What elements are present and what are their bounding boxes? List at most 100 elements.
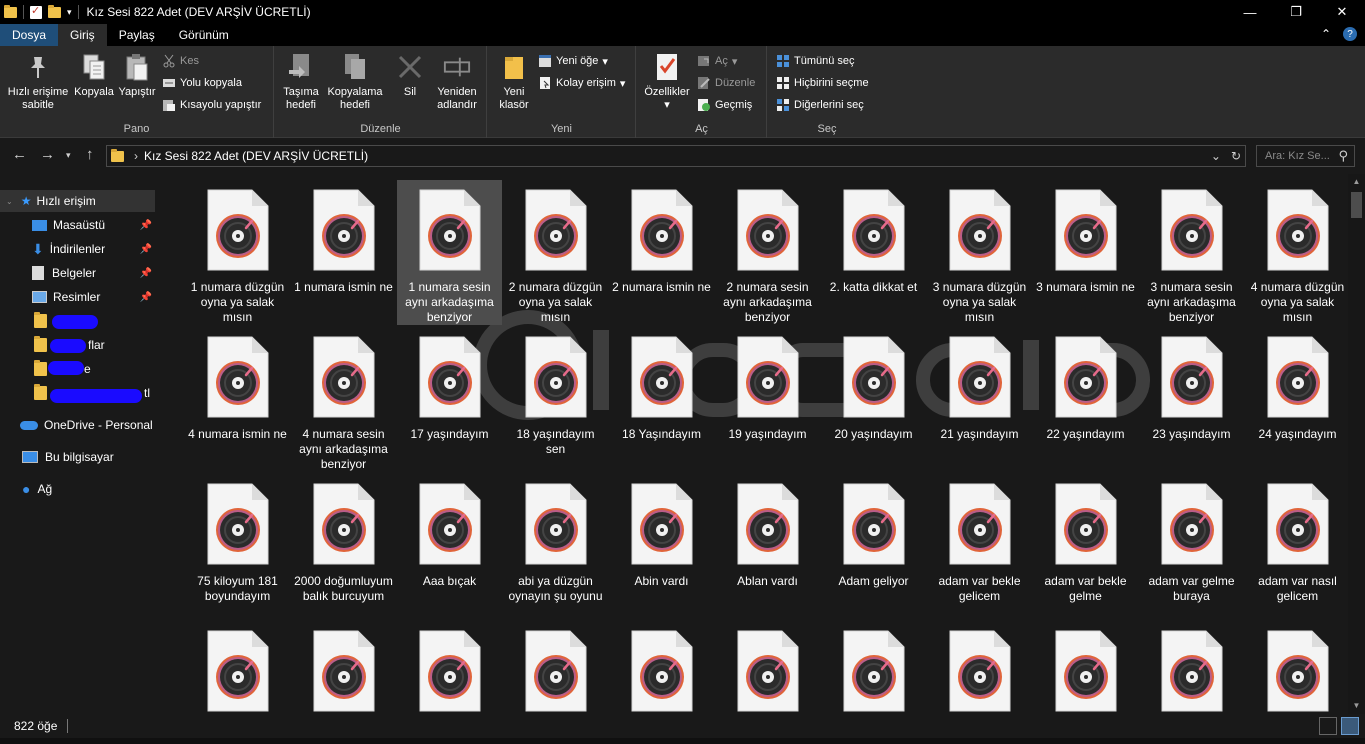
large-icons-view-icon[interactable] — [1341, 717, 1359, 735]
file-item[interactable]: Aaa bıçak — [397, 474, 502, 616]
file-item[interactable] — [927, 621, 1032, 714]
refresh-icon[interactable]: ↻ — [1231, 149, 1241, 163]
new-item-button[interactable]: Yeni öğe ▾ — [538, 52, 608, 70]
tab-share[interactable]: Paylaş — [107, 24, 167, 46]
sidebar-item-this-pc[interactable]: Bu bilgisayar — [0, 446, 158, 468]
file-item[interactable]: 3 numara sesin aynı arkadaşıma benziyor — [1139, 180, 1244, 325]
file-item[interactable] — [503, 621, 608, 714]
file-item[interactable]: adam var nasıl gelicem — [1245, 474, 1348, 616]
back-arrow-icon[interactable]: ← — [12, 146, 27, 163]
invert-selection-button[interactable]: Diğerlerini seç — [776, 96, 864, 114]
file-item[interactable]: 2 numara ismin ne — [609, 180, 714, 325]
file-item[interactable]: 24 yaşındayım — [1245, 327, 1348, 472]
pin-icon[interactable]: 📌 — [140, 268, 152, 279]
chevron-down-icon[interactable]: ⌄ — [6, 197, 13, 206]
file-item[interactable]: 1 numara ismin ne — [291, 180, 396, 325]
file-item[interactable] — [185, 621, 290, 714]
copy-path-button[interactable]: Yolu kopyala — [162, 74, 242, 92]
sidebar-item-documents[interactable]: Belgeler 📌 — [0, 262, 158, 284]
recent-locations-icon[interactable]: ▾ — [66, 150, 71, 161]
scrollbar-thumb[interactable] — [1351, 192, 1362, 218]
file-item[interactable]: 4 numara ismin ne — [185, 327, 290, 472]
sidebar-item-pictures[interactable]: Resimler 📌 — [0, 286, 158, 308]
sidebar-item-quick-access[interactable]: ⌄ ★ Hızlı erişim — [0, 190, 155, 212]
file-item[interactable]: 20 yaşındayım — [821, 327, 926, 472]
file-item[interactable] — [821, 621, 926, 714]
maximize-icon[interactable]: ❐ — [1273, 0, 1319, 24]
sidebar-item-desktop[interactable]: Masaüstü 📌 — [0, 214, 158, 236]
close-icon[interactable]: ✕ — [1319, 0, 1365, 24]
paste-button[interactable]: Yapıştır — [116, 52, 158, 99]
customize-toolbar-icon[interactable]: ▾ — [67, 7, 72, 18]
sidebar-item-folder[interactable]: flar — [0, 334, 158, 356]
pin-icon[interactable]: 📌 — [140, 292, 152, 303]
sidebar-item-onedrive[interactable]: OneDrive - Personal — [0, 414, 158, 436]
file-item[interactable]: 4 numara düzgün oyna ya salak mısın — [1245, 180, 1348, 325]
file-item[interactable]: 22 yaşındayım — [1033, 327, 1138, 472]
file-item[interactable] — [291, 621, 396, 714]
file-item[interactable] — [1245, 621, 1348, 714]
file-item[interactable]: adam var bekle gelicem — [927, 474, 1032, 616]
file-item[interactable]: 19 yaşındayım — [715, 327, 820, 472]
file-item[interactable]: 1 numara sesin aynı arkadaşıma benziyor — [397, 180, 502, 325]
minimize-icon[interactable]: — — [1227, 0, 1273, 24]
file-item[interactable] — [1139, 621, 1244, 714]
file-item[interactable]: 4 numara sesin aynı arkadaşıma benziyor — [291, 327, 396, 472]
pin-icon[interactable]: 📌 — [140, 244, 152, 255]
properties-icon[interactable] — [30, 4, 42, 19]
tab-view[interactable]: Görünüm — [167, 24, 241, 46]
breadcrumb[interactable]: Kız Sesi 822 Adet (DEV ARŞİV ÜCRETLİ) — [144, 149, 368, 163]
easy-access-button[interactable]: Kolay erişim ▾ — [538, 74, 625, 92]
file-item[interactable]: 17 yaşındayım — [397, 327, 502, 472]
search-input[interactable]: Ara: Kız Se... ⚲ — [1256, 145, 1355, 167]
sidebar-item-downloads[interactable]: ⬇ İndirilenler 📌 — [0, 238, 158, 260]
sidebar-item-folder[interactable]: tl — [0, 382, 158, 404]
file-item[interactable] — [1033, 621, 1138, 714]
delete-button[interactable]: Sil — [395, 52, 425, 99]
open-button[interactable]: Aç ▾ — [697, 52, 737, 70]
new-folder-button[interactable]: Yeni klasör — [494, 52, 534, 112]
file-item[interactable]: 1 numara düzgün oyna ya salak mısın — [185, 180, 290, 325]
rename-button[interactable]: Yeniden adlandır — [431, 52, 483, 112]
file-item[interactable] — [397, 621, 502, 714]
select-all-button[interactable]: Tümünü seç — [776, 52, 855, 70]
file-item[interactable]: Adam geliyor — [821, 474, 926, 616]
file-item[interactable]: 75 kiloyum 181 boyundayım — [185, 474, 290, 616]
file-item[interactable]: adam var bekle gelme — [1033, 474, 1138, 616]
file-item[interactable] — [609, 621, 714, 714]
select-none-button[interactable]: Hiçbirini seçme — [776, 74, 869, 92]
tab-file[interactable]: Dosya — [0, 24, 59, 46]
file-item[interactable]: 23 yaşındayım — [1139, 327, 1244, 472]
scroll-up-icon[interactable]: ▲ — [1348, 174, 1365, 190]
move-to-button[interactable]: Taşıma hedefi — [277, 52, 325, 112]
file-item[interactable]: 3 numara düzgün oyna ya salak mısın — [927, 180, 1032, 325]
pin-quick-access-button[interactable]: Hızlı erişime sabitle — [6, 52, 70, 112]
address-bar[interactable]: › Kız Sesi 822 Adet (DEV ARŞİV ÜCRETLİ) … — [106, 145, 1246, 167]
pin-icon[interactable]: 📌 — [140, 220, 152, 231]
tab-home[interactable]: Giriş — [58, 24, 107, 46]
file-item[interactable]: Ablan vardı — [715, 474, 820, 616]
up-arrow-icon[interactable]: ↑ — [86, 146, 94, 163]
new-folder-icon[interactable] — [48, 4, 61, 18]
file-item[interactable]: adam var gelme buraya — [1139, 474, 1244, 616]
paste-shortcut-button[interactable]: Kısayolu yapıştır — [162, 96, 261, 114]
file-item[interactable]: 3 numara ismin ne — [1033, 180, 1138, 325]
file-item[interactable]: 18 Yaşındayım — [609, 327, 714, 472]
sidebar-item-folder[interactable] — [0, 310, 158, 332]
forward-arrow-icon[interactable]: → — [40, 146, 55, 163]
help-icon[interactable]: ? — [1343, 27, 1357, 41]
scroll-down-icon[interactable]: ▼ — [1348, 698, 1365, 714]
address-history-icon[interactable]: ⌄ — [1211, 149, 1221, 163]
copy-to-button[interactable]: Kopyalama hedefi — [325, 52, 385, 112]
vertical-scrollbar[interactable]: ▲ ▼ — [1348, 174, 1365, 714]
file-item[interactable]: 2. katta dikkat et — [821, 180, 926, 325]
history-button[interactable]: Geçmiş — [697, 96, 752, 114]
file-item[interactable]: 2000 doğumluyum balık burcuyum — [291, 474, 396, 616]
file-item[interactable]: 2 numara düzgün oyna ya salak mısın — [503, 180, 608, 325]
sidebar-item-folder[interactable]: e — [0, 358, 158, 380]
sidebar-item-network[interactable]: ● Ağ — [0, 478, 158, 500]
collapse-ribbon-icon[interactable]: ⌃ — [1321, 27, 1331, 41]
details-view-icon[interactable] — [1319, 717, 1337, 735]
file-item[interactable]: Abin vardı — [609, 474, 714, 616]
file-item[interactable]: 18 yaşındayım sen — [503, 327, 608, 472]
